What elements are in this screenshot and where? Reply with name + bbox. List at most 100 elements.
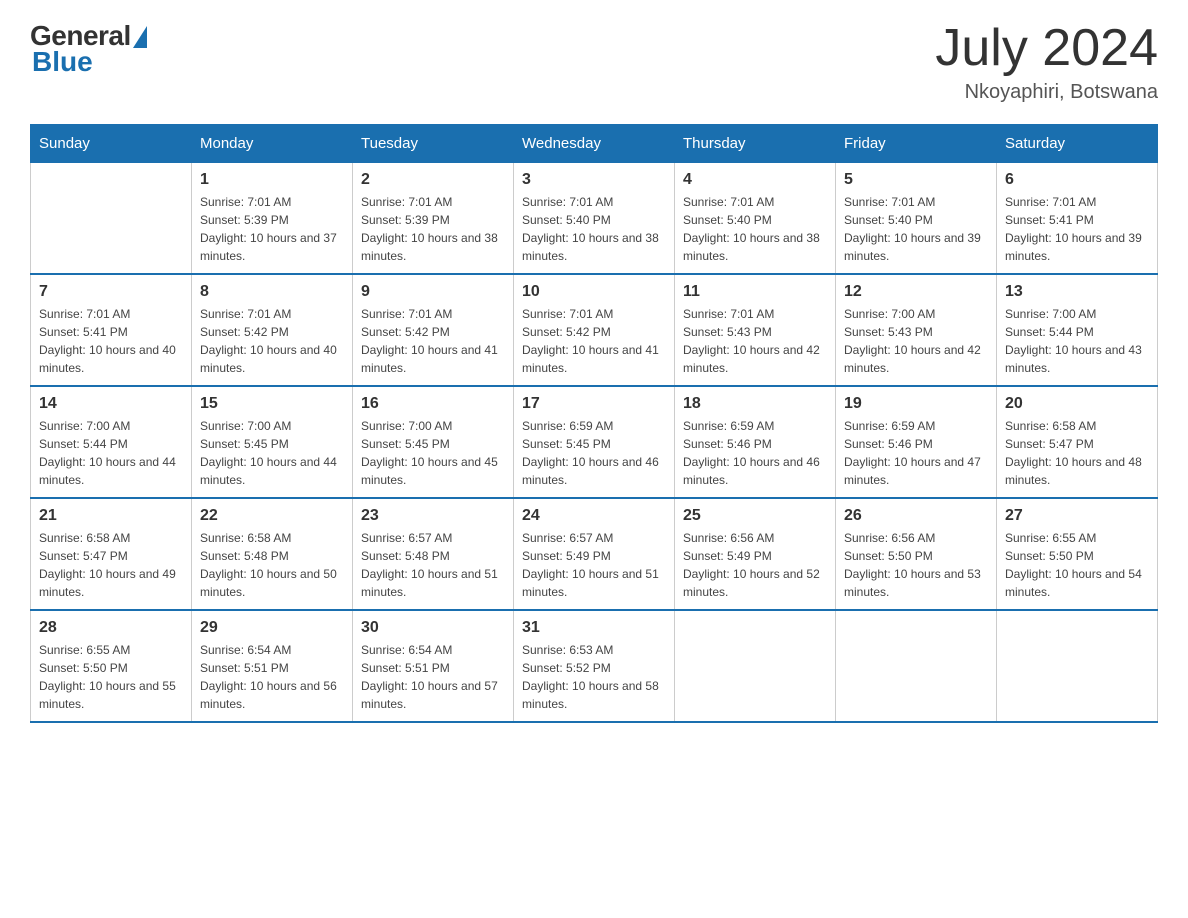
calendar-cell: 7 Sunrise: 7:01 AMSunset: 5:41 PMDaylight… — [31, 274, 192, 386]
calendar-cell — [675, 610, 836, 722]
calendar-cell: 4 Sunrise: 7:01 AMSunset: 5:40 PMDaylight… — [675, 163, 836, 275]
calendar-header-row: SundayMondayTuesdayWednesdayThursdayFrid… — [31, 125, 1158, 163]
day-info: Sunrise: 7:00 AMSunset: 5:45 PMDaylight:… — [361, 417, 505, 489]
day-info: Sunrise: 7:01 AMSunset: 5:41 PMDaylight:… — [1005, 193, 1149, 265]
calendar-header-tuesday: Tuesday — [353, 125, 514, 163]
day-info: Sunrise: 7:00 AMSunset: 5:44 PMDaylight:… — [39, 417, 183, 489]
calendar-cell: 18 Sunrise: 6:59 AMSunset: 5:46 PMDayligh… — [675, 386, 836, 498]
day-info: Sunrise: 6:54 AMSunset: 5:51 PMDaylight:… — [200, 641, 344, 713]
day-number: 2 — [361, 171, 505, 189]
calendar-header-thursday: Thursday — [675, 125, 836, 163]
day-number: 1 — [200, 171, 344, 189]
day-info: Sunrise: 6:54 AMSunset: 5:51 PMDaylight:… — [361, 641, 505, 713]
calendar-header-friday: Friday — [836, 125, 997, 163]
calendar-week-row: 21Sunrise: 6:58 AMSunset: 5:47 PMDayligh… — [31, 498, 1158, 610]
day-number: 26 — [844, 507, 988, 525]
day-info: Sunrise: 7:01 AMSunset: 5:40 PMDaylight:… — [683, 193, 827, 265]
day-info: Sunrise: 6:55 AMSunset: 5:50 PMDaylight:… — [39, 641, 183, 713]
day-info: Sunrise: 7:01 AMSunset: 5:39 PMDaylight:… — [200, 193, 344, 265]
calendar-header-monday: Monday — [192, 125, 353, 163]
day-number: 24 — [522, 507, 666, 525]
calendar-cell — [836, 610, 997, 722]
day-info: Sunrise: 6:57 AMSunset: 5:49 PMDaylight:… — [522, 529, 666, 601]
title-section: July 2024 Nkoyaphiri, Botswana — [935, 20, 1158, 104]
day-number: 14 — [39, 395, 183, 413]
calendar-cell — [997, 610, 1158, 722]
calendar-week-row: 14 Sunrise: 7:00 AMSunset: 5:44 PMDayligh… — [31, 386, 1158, 498]
day-number: 23 — [361, 507, 505, 525]
day-info: Sunrise: 6:59 AMSunset: 5:45 PMDaylight:… — [522, 417, 666, 489]
day-info: Sunrise: 7:01 AMSunset: 5:40 PMDaylight:… — [844, 193, 988, 265]
day-number: 5 — [844, 171, 988, 189]
calendar-cell: 26 Sunrise: 6:56 AMSunset: 5:50 PMDayligh… — [836, 498, 997, 610]
calendar-cell: 6Sunrise: 7:01 AMSunset: 5:41 PMDaylight… — [997, 163, 1158, 275]
logo: General Blue — [30, 20, 147, 78]
day-number: 30 — [361, 619, 505, 637]
calendar-header-sunday: Sunday — [31, 125, 192, 163]
day-number: 31 — [522, 619, 666, 637]
day-info: Sunrise: 6:58 AMSunset: 5:47 PMDaylight:… — [39, 529, 183, 601]
day-info: Sunrise: 6:56 AMSunset: 5:49 PMDaylight:… — [683, 529, 827, 601]
calendar-cell: 10Sunrise: 7:01 AMSunset: 5:42 PMDayligh… — [514, 274, 675, 386]
day-number: 8 — [200, 283, 344, 301]
day-number: 20 — [1005, 395, 1149, 413]
day-number: 27 — [1005, 507, 1149, 525]
day-info: Sunrise: 7:01 AMSunset: 5:42 PMDaylight:… — [200, 305, 344, 377]
calendar-cell: 30 Sunrise: 6:54 AMSunset: 5:51 PMDayligh… — [353, 610, 514, 722]
calendar-cell: 22 Sunrise: 6:58 AMSunset: 5:48 PMDayligh… — [192, 498, 353, 610]
day-info: Sunrise: 7:01 AMSunset: 5:43 PMDaylight:… — [683, 305, 827, 377]
day-info: Sunrise: 6:59 AMSunset: 5:46 PMDaylight:… — [683, 417, 827, 489]
day-number: 7 — [39, 283, 183, 301]
calendar-week-row: 28Sunrise: 6:55 AMSunset: 5:50 PMDayligh… — [31, 610, 1158, 722]
calendar-cell: 1 Sunrise: 7:01 AMSunset: 5:39 PMDaylight… — [192, 163, 353, 275]
calendar-cell: 16 Sunrise: 7:00 AMSunset: 5:45 PMDayligh… — [353, 386, 514, 498]
day-number: 11 — [683, 283, 827, 301]
calendar-cell: 29 Sunrise: 6:54 AMSunset: 5:51 PMDayligh… — [192, 610, 353, 722]
day-number: 22 — [200, 507, 344, 525]
day-number: 19 — [844, 395, 988, 413]
calendar-cell: 27 Sunrise: 6:55 AMSunset: 5:50 PMDayligh… — [997, 498, 1158, 610]
day-info: Sunrise: 7:01 AMSunset: 5:42 PMDaylight:… — [522, 305, 666, 377]
day-number: 3 — [522, 171, 666, 189]
day-number: 17 — [522, 395, 666, 413]
day-info: Sunrise: 7:01 AMSunset: 5:39 PMDaylight:… — [361, 193, 505, 265]
day-number: 13 — [1005, 283, 1149, 301]
calendar-header-saturday: Saturday — [997, 125, 1158, 163]
calendar-cell: 24 Sunrise: 6:57 AMSunset: 5:49 PMDayligh… — [514, 498, 675, 610]
day-info: Sunrise: 6:58 AMSunset: 5:47 PMDaylight:… — [1005, 417, 1149, 489]
calendar-cell: 15Sunrise: 7:00 AMSunset: 5:45 PMDayligh… — [192, 386, 353, 498]
calendar-cell: 28Sunrise: 6:55 AMSunset: 5:50 PMDayligh… — [31, 610, 192, 722]
calendar-cell: 25Sunrise: 6:56 AMSunset: 5:49 PMDayligh… — [675, 498, 836, 610]
calendar-cell: 21Sunrise: 6:58 AMSunset: 5:47 PMDayligh… — [31, 498, 192, 610]
day-info: Sunrise: 7:01 AMSunset: 5:40 PMDaylight:… — [522, 193, 666, 265]
calendar-cell: 14 Sunrise: 7:00 AMSunset: 5:44 PMDayligh… — [31, 386, 192, 498]
page-header: General Blue July 2024 Nkoyaphiri, Botsw… — [30, 20, 1158, 104]
calendar-cell: 17 Sunrise: 6:59 AMSunset: 5:45 PMDayligh… — [514, 386, 675, 498]
day-info: Sunrise: 7:00 AMSunset: 5:44 PMDaylight:… — [1005, 305, 1149, 377]
day-info: Sunrise: 7:01 AMSunset: 5:42 PMDaylight:… — [361, 305, 505, 377]
day-number: 29 — [200, 619, 344, 637]
month-title: July 2024 — [935, 20, 1158, 77]
day-info: Sunrise: 7:00 AMSunset: 5:45 PMDaylight:… — [200, 417, 344, 489]
calendar-cell: 2 Sunrise: 7:01 AMSunset: 5:39 PMDaylight… — [353, 163, 514, 275]
day-info: Sunrise: 6:55 AMSunset: 5:50 PMDaylight:… — [1005, 529, 1149, 601]
day-info: Sunrise: 7:00 AMSunset: 5:43 PMDaylight:… — [844, 305, 988, 377]
day-number: 12 — [844, 283, 988, 301]
day-info: Sunrise: 6:59 AMSunset: 5:46 PMDaylight:… — [844, 417, 988, 489]
calendar-cell: 8 Sunrise: 7:01 AMSunset: 5:42 PMDaylight… — [192, 274, 353, 386]
day-info: Sunrise: 6:58 AMSunset: 5:48 PMDaylight:… — [200, 529, 344, 601]
calendar-cell: 5 Sunrise: 7:01 AMSunset: 5:40 PMDaylight… — [836, 163, 997, 275]
location: Nkoyaphiri, Botswana — [935, 81, 1158, 104]
day-number: 18 — [683, 395, 827, 413]
day-number: 4 — [683, 171, 827, 189]
calendar-cell: 20 Sunrise: 6:58 AMSunset: 5:47 PMDayligh… — [997, 386, 1158, 498]
calendar-header-wednesday: Wednesday — [514, 125, 675, 163]
day-info: Sunrise: 6:56 AMSunset: 5:50 PMDaylight:… — [844, 529, 988, 601]
calendar-cell: 23 Sunrise: 6:57 AMSunset: 5:48 PMDayligh… — [353, 498, 514, 610]
day-info: Sunrise: 6:57 AMSunset: 5:48 PMDaylight:… — [361, 529, 505, 601]
day-info: Sunrise: 7:01 AMSunset: 5:41 PMDaylight:… — [39, 305, 183, 377]
calendar-week-row: 7 Sunrise: 7:01 AMSunset: 5:41 PMDaylight… — [31, 274, 1158, 386]
day-info: Sunrise: 6:53 AMSunset: 5:52 PMDaylight:… — [522, 641, 666, 713]
logo-blue-text: Blue — [32, 46, 93, 78]
day-number: 16 — [361, 395, 505, 413]
